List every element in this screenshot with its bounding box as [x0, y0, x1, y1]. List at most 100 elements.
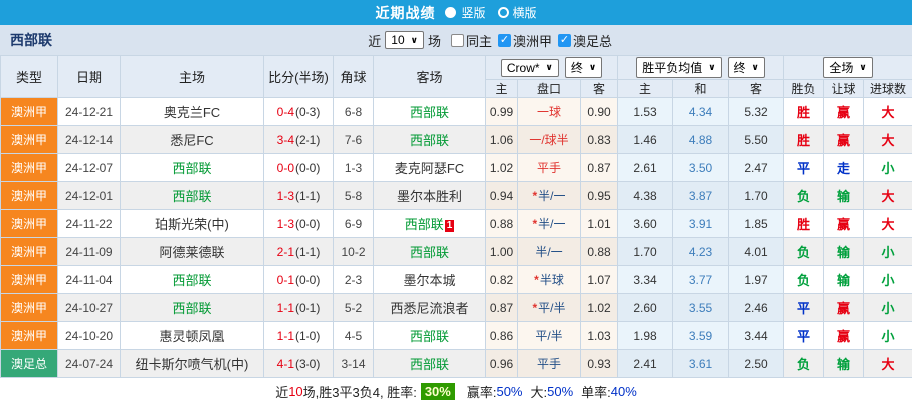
result-goals: 大: [863, 209, 912, 238]
recent-count-select[interactable]: 10 ∨: [385, 31, 424, 49]
panel-header: 近期战绩 竖版 横版: [0, 0, 912, 25]
mean-home-odds: 1.70: [617, 237, 674, 266]
col-header-date: 日期: [57, 55, 121, 98]
result-wdl: 负: [783, 181, 825, 210]
crow-away-odds: 1.01: [579, 209, 619, 238]
mean-away-odds: 2.47: [728, 153, 785, 182]
league-badge: 澳洲甲: [0, 265, 58, 294]
result-wdl-value: 平: [797, 329, 811, 344]
away-team[interactable]: 西部联: [410, 245, 449, 260]
league-badge: 澳洲甲: [0, 181, 58, 210]
checkbox-1[interactable]: ✓: [497, 33, 511, 47]
radio-selected-icon[interactable]: [445, 7, 457, 18]
layout-radio-group: 竖版 横版: [445, 4, 537, 21]
away-team[interactable]: 墨尔本胜利: [397, 189, 462, 204]
checkbox-0[interactable]: [450, 33, 464, 47]
result-goals-value: 小: [881, 161, 895, 176]
chevron-down-icon: ∨: [751, 62, 759, 72]
result-goals-value: 大: [881, 217, 895, 232]
result-goals-value: 小: [881, 301, 895, 316]
handicap-cell: 平手: [517, 153, 581, 182]
footer-rate-label-1: 大:: [530, 385, 548, 400]
recent-prefix-label: 近: [368, 33, 382, 49]
subcol-goals: 进球数: [863, 79, 912, 98]
away-team[interactable]: 西部联: [410, 133, 449, 148]
mean-home-odds: 2.41: [617, 349, 674, 378]
recent-results-panel: 近期战绩 竖版 横版 西部联 近 10 ∨ 场 同主 ✓ 澳洲甲 ✓ 澳足总 类型 日期 …: [0, 0, 912, 402]
away-team[interactable]: 西部联: [410, 105, 449, 120]
result-wdl: 平: [783, 321, 825, 350]
footer-rate-label-2: 单率:: [581, 385, 611, 400]
handicap-text: 半/一: [538, 217, 566, 231]
home-team[interactable]: 西部联: [172, 273, 211, 288]
chevron-down-icon: ∨: [708, 62, 716, 72]
halftime-score: (2-1): [295, 132, 321, 147]
fulltime-score: 4-1: [276, 356, 294, 371]
home-team[interactable]: 阿德莱德联: [159, 245, 224, 260]
result-wdl: 负: [783, 237, 825, 266]
crow-away-odds: 1.03: [579, 321, 619, 350]
home-team[interactable]: 悉尼FC: [170, 133, 213, 148]
footer-rate-label-0: 赢率:: [466, 385, 497, 400]
home-team[interactable]: 奥克兰FC: [164, 105, 220, 120]
crow-away-odds: 1.07: [579, 265, 619, 294]
result-wdl: 平: [783, 293, 825, 322]
home-team[interactable]: 惠灵顿凤凰: [159, 329, 224, 344]
fulltime-score: 1-1: [276, 328, 294, 343]
score-cell: 4-1(3-0): [263, 349, 334, 378]
filter-controls: 近 10 ∨ 场 同主 ✓ 澳洲甲 ✓ 澳足总: [368, 31, 612, 50]
scope-select[interactable]: 全场 ∨: [823, 57, 873, 78]
odds-time-select-1[interactable]: 终 ∨: [564, 57, 603, 78]
match-date: 24-12-01: [57, 181, 121, 210]
subcol-mean-home: 主: [617, 79, 674, 98]
crow-home-odds: 0.94: [485, 181, 518, 210]
home-team[interactable]: 西部联: [172, 189, 211, 204]
odds-time-select-2[interactable]: 终 ∨: [727, 57, 765, 78]
col-header-away: 客场: [373, 55, 486, 98]
away-team[interactable]: 麦克阿瑟FC: [395, 161, 464, 176]
halftime-score: (1-1): [295, 188, 321, 203]
away-team[interactable]: 西部联: [410, 329, 449, 344]
match-date: 24-12-21: [57, 97, 121, 126]
handicap-text: 平/半: [538, 301, 566, 315]
home-team[interactable]: 珀斯光荣(中): [155, 217, 229, 232]
score-cell: 0-1(0-0): [263, 265, 334, 294]
mean-odds-select[interactable]: 胜平负均值 ∨: [636, 57, 722, 78]
home-team-cell: 西部联: [120, 293, 264, 322]
result-handicap-value: 输: [837, 245, 851, 260]
checkbox-2[interactable]: ✓: [557, 33, 571, 47]
away-team[interactable]: 墨尔本城: [403, 273, 455, 288]
mean-away-odds: 4.01: [728, 237, 785, 266]
crow-home-odds: 0.82: [485, 265, 518, 294]
match-row: 澳洲甲 24-11-04 西部联 0-1(0-0) 2-3 墨尔本城 0.82 *半球 1.07…: [0, 265, 912, 294]
crow-home-odds: 0.88: [485, 209, 518, 238]
footer-rate-value-1: 50%: [547, 384, 574, 399]
mean-away-odds: 1.85: [728, 209, 785, 238]
layout-option-0[interactable]: 竖版: [445, 4, 486, 21]
subcol-crow-home: 主: [485, 79, 518, 98]
away-team-cell: 西部联: [373, 125, 486, 154]
result-wdl: 胜: [783, 97, 825, 126]
home-team[interactable]: 纽卡斯尔喷气机(中): [136, 357, 249, 372]
away-team[interactable]: 西悉尼流浪者: [390, 301, 468, 316]
result-goals: 大: [863, 97, 912, 126]
result-goals-value: 小: [881, 245, 895, 260]
corners: 6-9: [333, 209, 374, 238]
crow-home-odds: 0.96: [485, 349, 518, 378]
odds-company-select[interactable]: Crow* ∨: [500, 58, 559, 77]
radio-unselected-icon[interactable]: [497, 7, 509, 18]
crow-home-odds: 1.00: [485, 237, 518, 266]
away-team[interactable]: 西部联: [410, 357, 449, 372]
layout-option-1[interactable]: 横版: [497, 4, 537, 21]
star-icon: *: [534, 273, 539, 287]
subcol-handicap: 盘口: [517, 79, 581, 98]
home-team[interactable]: 西部联: [172, 301, 211, 316]
panel-title: 近期战绩: [375, 4, 436, 21]
away-team[interactable]: 西部联: [405, 217, 444, 232]
away-team-cell: 西悉尼流浪者: [373, 293, 486, 322]
home-team-cell: 阿德莱德联: [120, 237, 264, 266]
result-goals-value: 大: [881, 133, 895, 148]
halftime-score: (0-0): [295, 216, 321, 231]
home-team[interactable]: 西部联: [172, 161, 211, 176]
match-row: 澳洲甲 24-12-14 悉尼FC 3-4(2-1) 7-6 西部联 1.06 一/球半 0.8…: [0, 125, 912, 154]
